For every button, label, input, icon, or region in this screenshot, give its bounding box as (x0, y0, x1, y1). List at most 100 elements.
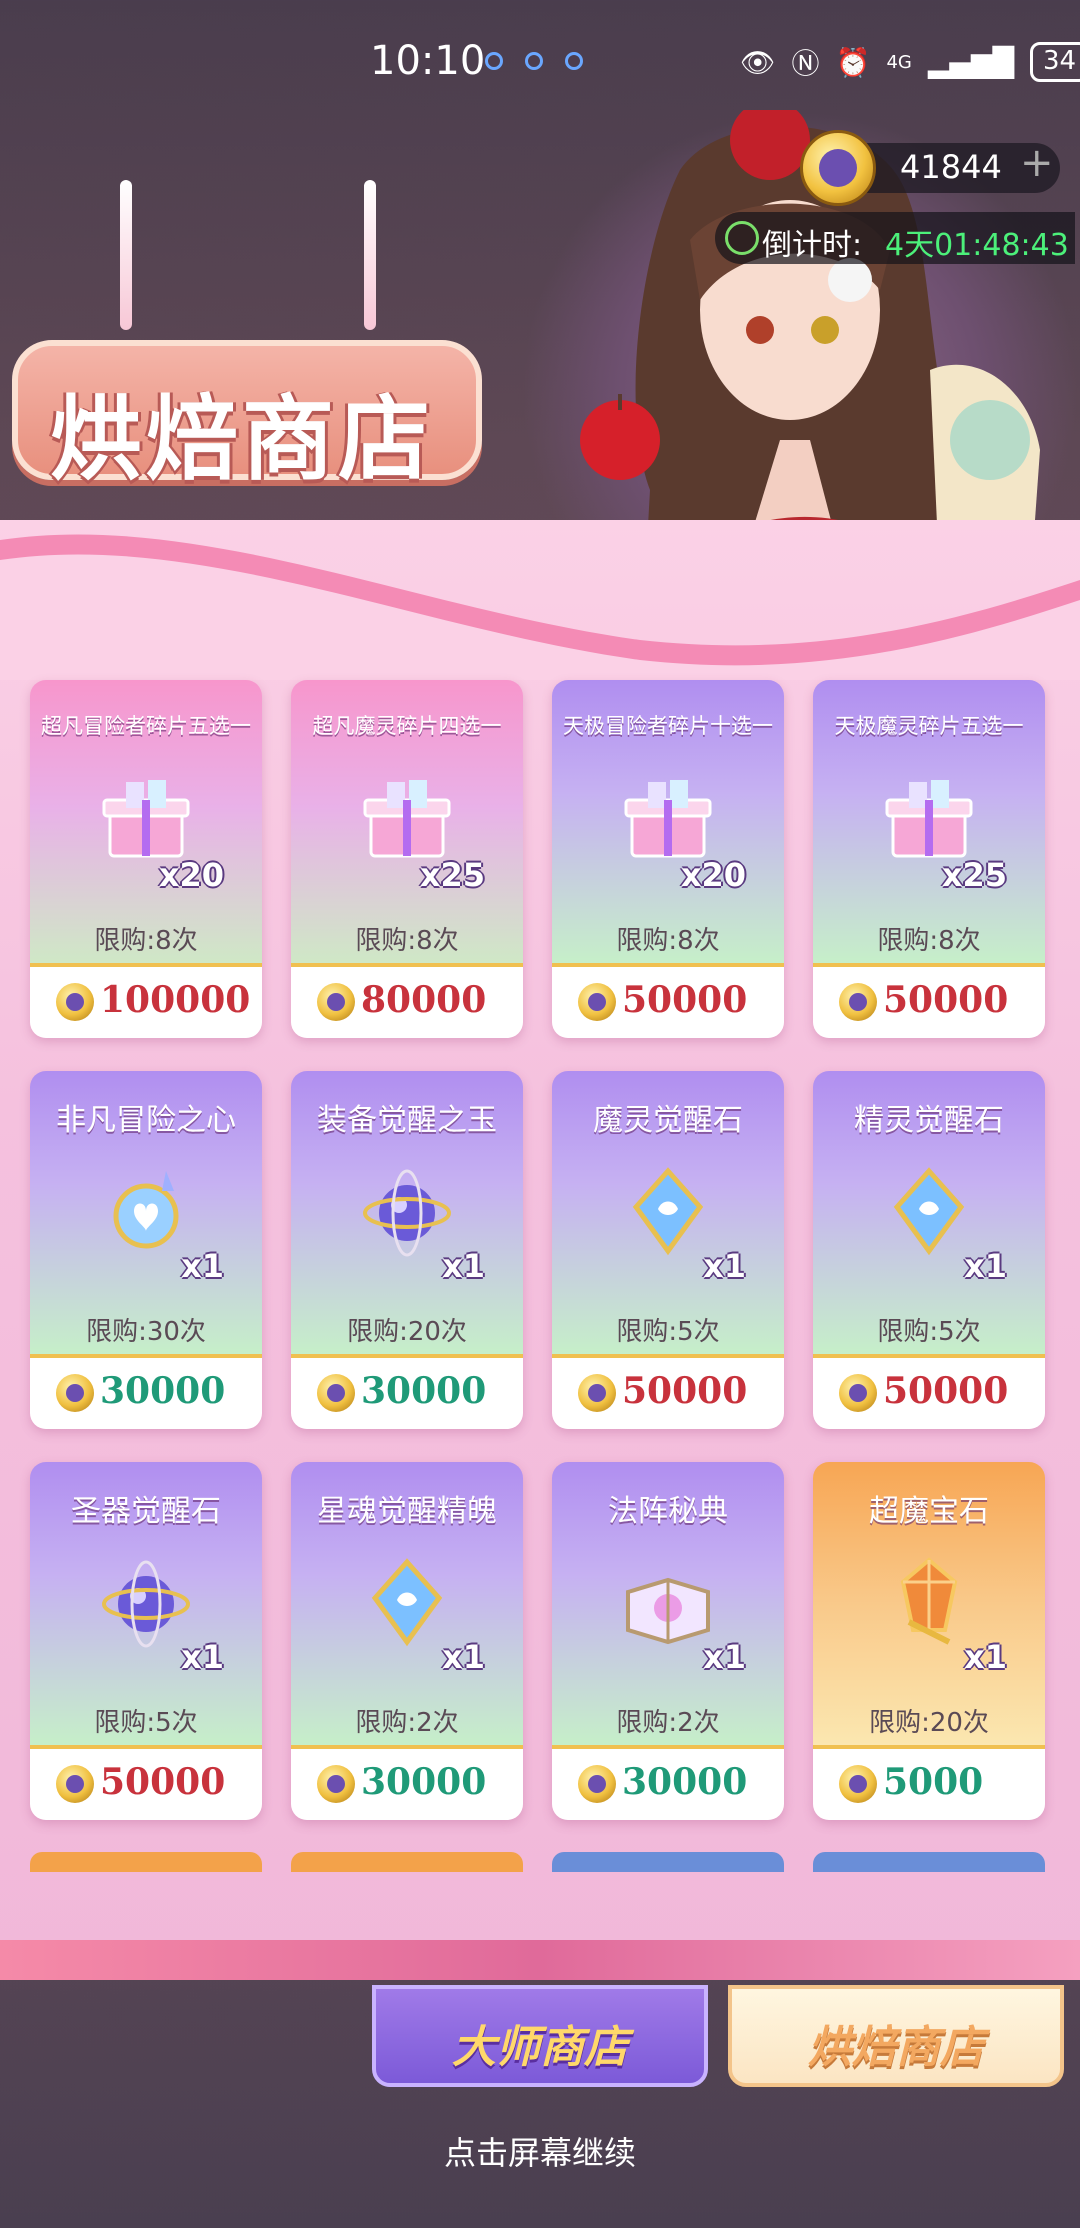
price-bar[interactable]: 30000 (552, 1745, 784, 1820)
price-bar[interactable]: 5000 (813, 1745, 1045, 1820)
price-bar[interactable]: 30000 (291, 1745, 523, 1820)
price-bar[interactable]: 50000 (813, 1354, 1045, 1429)
shop-item-card[interactable]: 超魔宝石 x1 限购:20次 5000 (813, 1462, 1045, 1820)
item-price: 80000 (361, 979, 487, 1021)
shop-item-card[interactable]: 魔灵觉醒石 x1 限购:5次 50000 (552, 1071, 784, 1429)
item-name: 天极冒险者碎片十选一 (563, 714, 773, 738)
shop-item-card[interactable]: 星魂觉醒精魄 x1 限购:2次 30000 (291, 1462, 523, 1820)
coin-icon (317, 983, 355, 1021)
shop-item-card[interactable]: 圣器觉醒石 x1 限购:5次 50000 (30, 1462, 262, 1820)
orb-icon (357, 1161, 457, 1261)
signal-icon: ▂▄▆█ (927, 45, 1014, 79)
price-bar[interactable]: 50000 (552, 963, 784, 1038)
item-quantity: x1 (442, 1247, 485, 1285)
crystal-icon (618, 1161, 718, 1261)
item-quantity: x1 (181, 1638, 224, 1676)
item-price: 100000 (100, 979, 251, 1021)
card-partial (30, 1852, 262, 1872)
item-price: 50000 (100, 1761, 226, 1803)
coin-icon (56, 1374, 94, 1412)
item-quantity: x1 (703, 1247, 746, 1285)
nfc-icon: Ⓝ (791, 47, 820, 80)
panel-wave-decoration (0, 534, 1080, 680)
purchase-limit: 限购:5次 (616, 1317, 720, 1347)
sign-rope (364, 180, 376, 330)
coin-icon (56, 1765, 94, 1803)
item-price: 50000 (622, 1370, 748, 1412)
item-quantity: x25 (941, 856, 1007, 894)
gift-box-icon (96, 770, 196, 870)
price-bar[interactable]: 50000 (813, 963, 1045, 1038)
item-quantity: x1 (964, 1247, 1007, 1285)
item-quantity: x1 (964, 1638, 1007, 1676)
card-partial (552, 1852, 784, 1872)
shop-item-card[interactable]: 法阵秘典 x1 限购:2次 30000 (552, 1462, 784, 1820)
status-bar: 10:10 👁 Ⓝ ⏰ 4G ▂▄▆█ 34 (0, 0, 1080, 120)
price-bar[interactable]: 30000 (291, 1354, 523, 1429)
item-quantity: x20 (158, 856, 224, 894)
coin-icon (839, 1374, 877, 1412)
price-bar[interactable]: 30000 (30, 1354, 262, 1429)
system-icons: 👁 Ⓝ ⏰ 4G ▂▄▆█ 34 (740, 42, 1080, 82)
currency-value: 41844 (900, 148, 1002, 186)
coin-icon (317, 1765, 355, 1803)
purchase-limit: 限购:30次 (86, 1317, 206, 1347)
purchase-limit: 限购:20次 (347, 1317, 467, 1347)
item-quantity: x1 (703, 1638, 746, 1676)
shop-item-card[interactable]: 非凡冒险之心 x1 限购:30次 30000 (30, 1071, 262, 1429)
tap-to-continue-hint[interactable]: 点击屏幕继续 (0, 2128, 1080, 2174)
shop-title: 烘焙商店 (50, 386, 435, 493)
shop-item-card[interactable]: 超凡魔灵碎片四选一 x25 限购:8次 80000 (291, 680, 523, 1038)
purchase-limit: 限购:8次 (877, 926, 981, 956)
purchase-limit: 限购:8次 (355, 926, 459, 956)
gift-box-icon (357, 770, 457, 870)
price-bar[interactable]: 80000 (291, 963, 523, 1038)
notification-icon (485, 52, 503, 70)
item-name: 圣器觉醒石 (71, 1494, 221, 1529)
price-bar[interactable]: 100000 (30, 963, 262, 1038)
item-name: 超凡魔灵碎片四选一 (312, 714, 502, 738)
tab-bakery-label: 烘焙商店 (808, 2022, 984, 2073)
shop-item-card[interactable]: 超凡冒险者碎片五选一 x20 限购:8次 100000 (30, 680, 262, 1038)
coin-icon (578, 983, 616, 1021)
item-name: 魔灵觉醒石 (593, 1103, 743, 1138)
purchase-limit: 限购:5次 (877, 1317, 981, 1347)
alarm-icon: ⏰ (835, 45, 871, 79)
battery-indicator: 34 (1029, 42, 1080, 82)
item-price: 50000 (883, 979, 1009, 1021)
coin-icon (317, 1374, 355, 1412)
coin-icon (800, 130, 876, 206)
tab-bakery-shop[interactable]: 烘焙商店 (728, 1985, 1064, 2087)
sign-rope (120, 180, 132, 330)
purchase-limit: 限购:8次 (94, 926, 198, 956)
item-name: 天极魔灵碎片五选一 (834, 714, 1024, 738)
eye-icon: 👁 (740, 45, 776, 79)
card-partial (813, 1852, 1045, 1872)
purchase-limit: 限购:5次 (94, 1708, 198, 1738)
price-bar[interactable]: 50000 (552, 1354, 784, 1429)
item-price: 50000 (622, 979, 748, 1021)
crystal-icon (879, 1161, 979, 1261)
item-quantity: x1 (442, 1638, 485, 1676)
coin-icon (839, 1765, 877, 1803)
coin-icon (578, 1765, 616, 1803)
gem-icon (879, 1552, 979, 1652)
network-type: 4G (886, 51, 912, 73)
shop-item-card[interactable]: 精灵觉醒石 x1 限购:5次 50000 (813, 1071, 1045, 1429)
add-currency-button[interactable]: + (1020, 140, 1054, 186)
price-bar[interactable]: 50000 (30, 1745, 262, 1820)
shop-item-card[interactable]: 装备觉醒之玉 x1 限购:20次 30000 (291, 1071, 523, 1429)
coin-icon (839, 983, 877, 1021)
gift-box-icon (879, 770, 979, 870)
tab-master-shop[interactable]: 大师商店 (372, 1985, 708, 2087)
coin-icon (578, 1374, 616, 1412)
item-quantity: x1 (181, 1247, 224, 1285)
status-time: 10:10 (370, 38, 486, 84)
orb-icon (96, 1552, 196, 1652)
shop-item-card[interactable]: 天极冒险者碎片十选一 x20 限购:8次 50000 (552, 680, 784, 1038)
item-quantity: x20 (680, 856, 746, 894)
purchase-limit: 限购:8次 (616, 926, 720, 956)
tab-master-label: 大师商店 (452, 2022, 628, 2073)
clock-icon (725, 221, 759, 255)
shop-item-card[interactable]: 天极魔灵碎片五选一 x25 限购:8次 50000 (813, 680, 1045, 1038)
